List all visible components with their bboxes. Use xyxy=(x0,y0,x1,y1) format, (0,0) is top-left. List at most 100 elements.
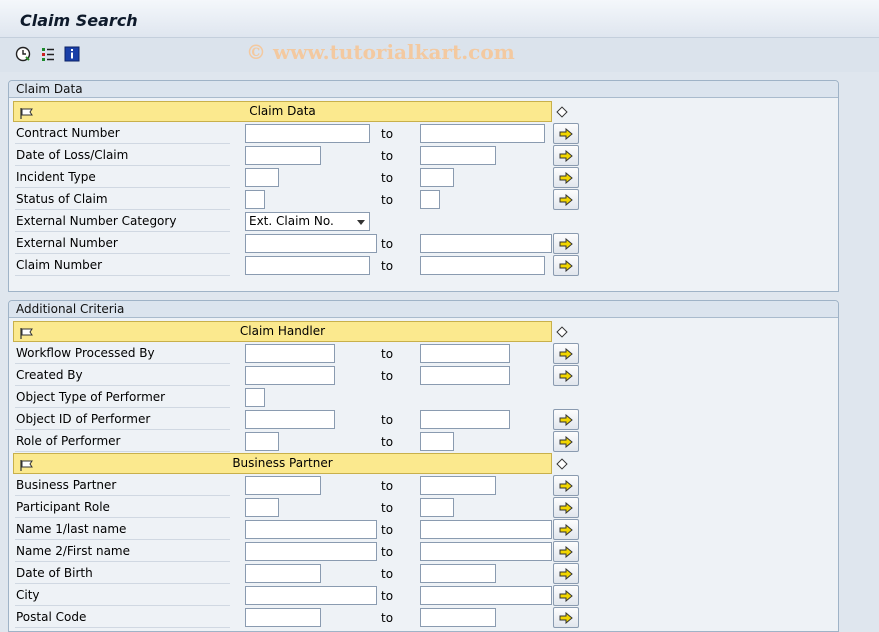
multiple-selection-button[interactable] xyxy=(553,431,579,452)
to-label: to xyxy=(381,369,394,383)
block-claim-handler[interactable]: Claim Handler xyxy=(13,321,552,342)
name-2-from-input[interactable] xyxy=(245,542,377,561)
arrow-right-icon xyxy=(559,567,573,580)
arrow-right-icon xyxy=(559,611,573,624)
name-1-to-input[interactable] xyxy=(420,520,552,539)
multiple-selection-button[interactable] xyxy=(553,167,579,188)
arrow-right-icon xyxy=(559,171,573,184)
contract-number-to-input[interactable] xyxy=(420,124,545,143)
participant-role-to-input[interactable] xyxy=(420,498,454,517)
group-title-additional-criteria: Additional Criteria xyxy=(9,301,838,318)
multiple-selection-button[interactable] xyxy=(553,343,579,364)
label-object-id-of-performer: Object ID of Performer xyxy=(15,409,230,430)
arrow-right-icon xyxy=(559,523,573,536)
to-label: to xyxy=(381,545,394,559)
arrow-right-icon xyxy=(559,435,573,448)
to-label: to xyxy=(381,127,394,141)
multiple-selection-button[interactable] xyxy=(553,497,579,518)
label-name-2: Name 2/First name xyxy=(15,541,230,562)
block-claim-data[interactable]: Claim Data xyxy=(13,101,552,122)
created-by-from-input[interactable] xyxy=(245,366,335,385)
created-by-to-input[interactable] xyxy=(420,366,510,385)
multiple-selection-button[interactable] xyxy=(553,123,579,144)
object-type-of-performer-input[interactable] xyxy=(245,388,265,407)
to-label: to xyxy=(381,611,394,625)
status-of-claim-to-input[interactable] xyxy=(420,190,440,209)
object-id-of-performer-from-input[interactable] xyxy=(245,410,335,429)
workflow-processed-by-to-input[interactable] xyxy=(420,344,510,363)
name-1-from-input[interactable] xyxy=(245,520,377,539)
block-title-claim-handler: Claim Handler xyxy=(239,324,326,338)
claim-number-from-input[interactable] xyxy=(245,256,370,275)
participant-role-from-input[interactable] xyxy=(245,498,279,517)
to-label: to xyxy=(381,523,394,537)
to-label: to xyxy=(381,149,394,163)
label-date-of-birth: Date of Birth xyxy=(15,563,230,584)
multiple-selection-button[interactable] xyxy=(553,233,579,254)
role-of-performer-from-input[interactable] xyxy=(245,432,279,451)
arrow-right-icon xyxy=(559,347,573,360)
incident-type-to-input[interactable] xyxy=(420,168,454,187)
postal-code-from-input[interactable] xyxy=(245,608,321,627)
incident-type-from-input[interactable] xyxy=(245,168,279,187)
external-number-category-select[interactable]: Ext. Claim No. xyxy=(245,212,370,231)
to-label: to xyxy=(381,193,394,207)
label-date-of-loss: Date of Loss/Claim xyxy=(15,145,230,166)
arrow-right-icon xyxy=(559,501,573,514)
to-label: to xyxy=(381,589,394,603)
date-of-loss-to-input[interactable] xyxy=(420,146,496,165)
multiple-selection-button[interactable] xyxy=(553,365,579,386)
arrow-right-icon xyxy=(559,259,573,272)
multiple-selection-button[interactable] xyxy=(553,563,579,584)
arrow-right-icon xyxy=(559,127,573,140)
multiple-selection-button[interactable] xyxy=(553,255,579,276)
multiple-selection-button[interactable] xyxy=(553,541,579,562)
label-incident-type: Incident Type xyxy=(15,167,230,188)
external-number-to-input[interactable] xyxy=(420,234,552,253)
label-external-number: External Number xyxy=(15,233,230,254)
name-2-to-input[interactable] xyxy=(420,542,552,561)
block-business-partner[interactable]: Business Partner xyxy=(13,453,552,474)
multiple-selection-button[interactable] xyxy=(553,519,579,540)
selection-options-icon[interactable] xyxy=(39,45,57,63)
to-label: to xyxy=(381,237,394,251)
workflow-processed-by-from-input[interactable] xyxy=(245,344,335,363)
city-to-input[interactable] xyxy=(420,586,552,605)
date-of-loss-from-input[interactable] xyxy=(245,146,321,165)
multiple-selection-button[interactable] xyxy=(553,475,579,496)
object-id-of-performer-to-input[interactable] xyxy=(420,410,510,429)
label-contract-number: Contract Number xyxy=(15,123,230,144)
role-of-performer-to-input[interactable] xyxy=(420,432,454,451)
date-of-birth-from-input[interactable] xyxy=(245,564,321,583)
external-number-category-value: Ext. Claim No. xyxy=(249,214,334,228)
city-from-input[interactable] xyxy=(245,586,377,605)
label-postal-code: Postal Code xyxy=(15,607,230,628)
execute-clock-icon[interactable] xyxy=(14,45,32,63)
to-label: to xyxy=(381,347,394,361)
multiple-selection-button[interactable] xyxy=(553,409,579,430)
title-bar: Claim Search xyxy=(0,0,879,38)
multiple-selection-button[interactable] xyxy=(553,145,579,166)
postal-code-to-input[interactable] xyxy=(420,608,496,627)
external-number-from-input[interactable] xyxy=(245,234,377,253)
business-partner-from-input[interactable] xyxy=(245,476,321,495)
multiple-selection-button[interactable] xyxy=(553,607,579,628)
multiple-selection-button[interactable] xyxy=(553,585,579,606)
label-claim-number: Claim Number xyxy=(15,255,230,276)
date-of-birth-to-input[interactable] xyxy=(420,564,496,583)
status-of-claim-from-input[interactable] xyxy=(245,190,265,209)
group-title-claim-data: Claim Data xyxy=(9,81,838,98)
label-role-of-performer: Role of Performer xyxy=(15,431,230,452)
claim-number-to-input[interactable] xyxy=(420,256,545,275)
arrow-right-icon xyxy=(559,369,573,382)
label-city: City xyxy=(15,585,230,606)
business-partner-to-input[interactable] xyxy=(420,476,496,495)
arrow-right-icon xyxy=(559,545,573,558)
to-label: to xyxy=(381,501,394,515)
info-icon[interactable] xyxy=(63,45,81,63)
to-label: to xyxy=(381,567,394,581)
to-label: to xyxy=(381,479,394,493)
contract-number-from-input[interactable] xyxy=(245,124,370,143)
to-label: to xyxy=(381,259,394,273)
multiple-selection-button[interactable] xyxy=(553,189,579,210)
